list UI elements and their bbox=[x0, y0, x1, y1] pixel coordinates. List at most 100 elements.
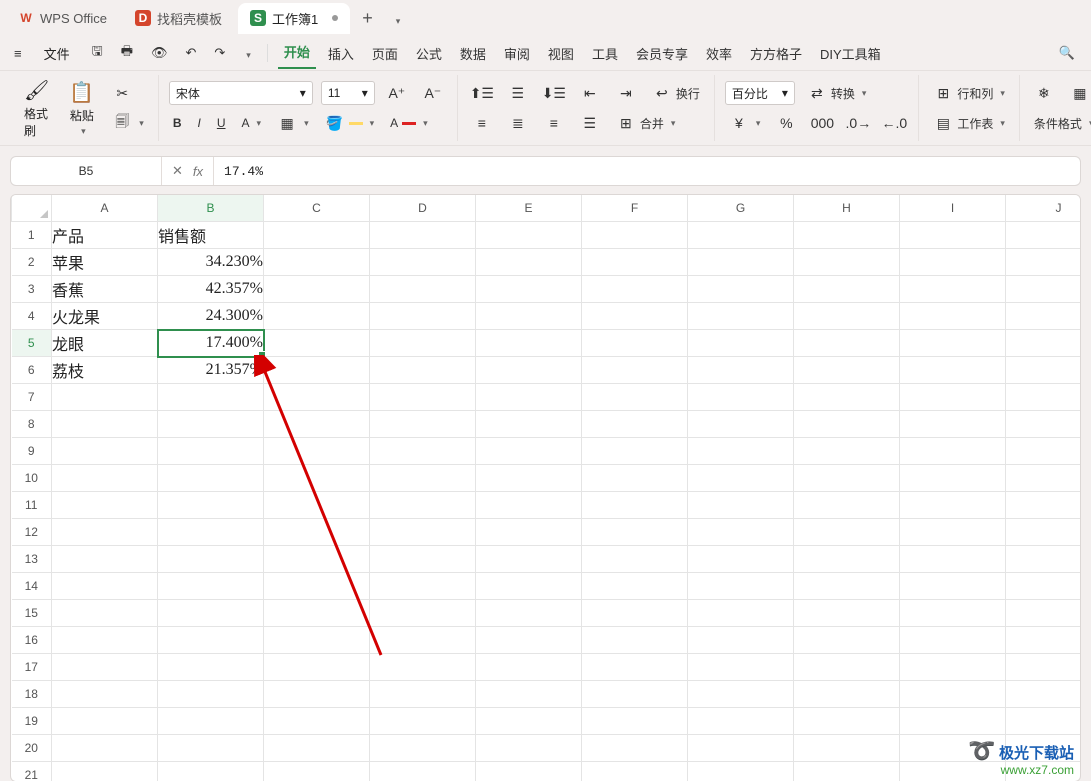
cell[interactable] bbox=[264, 681, 370, 708]
align-right-button[interactable]: ≡ bbox=[540, 111, 568, 135]
cell[interactable] bbox=[52, 762, 158, 781]
align-bottom-button[interactable]: ⬇☰ bbox=[540, 81, 568, 105]
cell[interactable] bbox=[900, 546, 1006, 573]
col-header-B[interactable]: B bbox=[158, 195, 264, 222]
cell[interactable] bbox=[370, 465, 476, 492]
cell[interactable] bbox=[688, 222, 794, 249]
cell[interactable] bbox=[370, 249, 476, 276]
cell[interactable] bbox=[1006, 681, 1082, 708]
cell[interactable] bbox=[370, 438, 476, 465]
app-tab-template[interactable]: D 找稻壳模板 bbox=[123, 3, 234, 34]
cell[interactable]: 龙眼 bbox=[52, 330, 158, 357]
cell[interactable] bbox=[476, 546, 582, 573]
cell[interactable] bbox=[900, 654, 1006, 681]
convert-button[interactable]: ⇄转换 bbox=[803, 81, 871, 105]
menu-data[interactable]: 数据 bbox=[454, 40, 492, 67]
cell[interactable] bbox=[1006, 249, 1082, 276]
cell[interactable] bbox=[582, 357, 688, 384]
align-top-button[interactable]: ⬆☰ bbox=[468, 81, 496, 105]
cell[interactable] bbox=[688, 708, 794, 735]
cell[interactable] bbox=[582, 222, 688, 249]
cell[interactable] bbox=[1006, 411, 1082, 438]
cell[interactable] bbox=[582, 627, 688, 654]
cell[interactable] bbox=[370, 627, 476, 654]
bold-button[interactable]: B bbox=[169, 114, 186, 132]
menu-insert[interactable]: 插入 bbox=[322, 40, 360, 67]
cell[interactable] bbox=[794, 600, 900, 627]
cell[interactable] bbox=[900, 465, 1006, 492]
cell[interactable] bbox=[476, 303, 582, 330]
cell[interactable] bbox=[370, 573, 476, 600]
cell[interactable] bbox=[688, 762, 794, 781]
cell[interactable] bbox=[476, 411, 582, 438]
cell[interactable] bbox=[582, 276, 688, 303]
row-header[interactable]: 14 bbox=[12, 573, 52, 600]
cell[interactable] bbox=[264, 384, 370, 411]
cell[interactable] bbox=[900, 411, 1006, 438]
row-header[interactable]: 6 bbox=[12, 357, 52, 384]
menu-review[interactable]: 审阅 bbox=[498, 40, 536, 67]
cell[interactable] bbox=[794, 438, 900, 465]
cut-button[interactable]: ✂ bbox=[108, 81, 148, 105]
cell[interactable] bbox=[476, 222, 582, 249]
col-header-I[interactable]: I bbox=[900, 195, 1006, 222]
number-format-select[interactable]: 百分比▾ bbox=[725, 81, 795, 105]
cell[interactable] bbox=[264, 600, 370, 627]
worksheet-button[interactable]: ▤工作表 bbox=[929, 111, 1009, 135]
cell[interactable] bbox=[582, 546, 688, 573]
cell[interactable] bbox=[370, 546, 476, 573]
cell[interactable]: 苹果 bbox=[52, 249, 158, 276]
cell[interactable] bbox=[370, 411, 476, 438]
print-icon[interactable]: 🖶 bbox=[115, 38, 139, 68]
row-header[interactable]: 8 bbox=[12, 411, 52, 438]
menu-diy[interactable]: DIY工具箱 bbox=[814, 40, 887, 67]
row-header[interactable]: 13 bbox=[12, 546, 52, 573]
cell[interactable] bbox=[794, 762, 900, 781]
undo-icon[interactable]: ↶ bbox=[179, 41, 202, 65]
decrease-font-button[interactable]: A⁻ bbox=[419, 81, 447, 105]
cell[interactable] bbox=[158, 762, 264, 781]
cell[interactable] bbox=[264, 708, 370, 735]
cell[interactable] bbox=[52, 546, 158, 573]
cell[interactable] bbox=[476, 600, 582, 627]
cell[interactable] bbox=[794, 249, 900, 276]
print-preview-icon[interactable]: 👁 bbox=[145, 41, 174, 65]
cell[interactable] bbox=[52, 681, 158, 708]
cell[interactable] bbox=[794, 654, 900, 681]
cell[interactable] bbox=[582, 438, 688, 465]
fx-icon[interactable]: fx bbox=[193, 164, 203, 179]
cell[interactable] bbox=[52, 573, 158, 600]
cell[interactable] bbox=[1006, 546, 1082, 573]
italic-button[interactable]: I bbox=[194, 114, 205, 132]
cell[interactable] bbox=[794, 276, 900, 303]
cell[interactable] bbox=[688, 411, 794, 438]
cell[interactable] bbox=[582, 708, 688, 735]
cell[interactable] bbox=[688, 492, 794, 519]
cell[interactable] bbox=[476, 357, 582, 384]
cell[interactable] bbox=[688, 438, 794, 465]
cell[interactable] bbox=[264, 627, 370, 654]
cell[interactable] bbox=[688, 249, 794, 276]
menu-start[interactable]: 开始 bbox=[278, 38, 316, 69]
row-header[interactable]: 18 bbox=[12, 681, 52, 708]
cell[interactable] bbox=[370, 600, 476, 627]
menu-view[interactable]: 视图 bbox=[542, 40, 580, 67]
wrap-button[interactable]: ↩换行 bbox=[648, 81, 704, 105]
cell[interactable] bbox=[900, 681, 1006, 708]
cell[interactable] bbox=[794, 411, 900, 438]
menu-member[interactable]: 会员专享 bbox=[630, 40, 694, 67]
cell[interactable] bbox=[52, 735, 158, 762]
cell[interactable] bbox=[158, 627, 264, 654]
align-left-button[interactable]: ≡ bbox=[468, 111, 496, 135]
spreadsheet-grid[interactable]: A B C D E F G H I J 1产品销售额2苹果34.230%3香蕉4… bbox=[11, 195, 1081, 781]
menu-formula[interactable]: 公式 bbox=[410, 40, 448, 67]
rows-cols-button[interactable]: ⊞行和列 bbox=[929, 81, 1009, 105]
cell[interactable] bbox=[900, 384, 1006, 411]
cell[interactable] bbox=[900, 627, 1006, 654]
cell[interactable] bbox=[1006, 330, 1082, 357]
cell[interactable] bbox=[688, 573, 794, 600]
cell[interactable] bbox=[476, 465, 582, 492]
cell[interactable] bbox=[476, 330, 582, 357]
cell[interactable] bbox=[900, 330, 1006, 357]
cell[interactable] bbox=[900, 492, 1006, 519]
